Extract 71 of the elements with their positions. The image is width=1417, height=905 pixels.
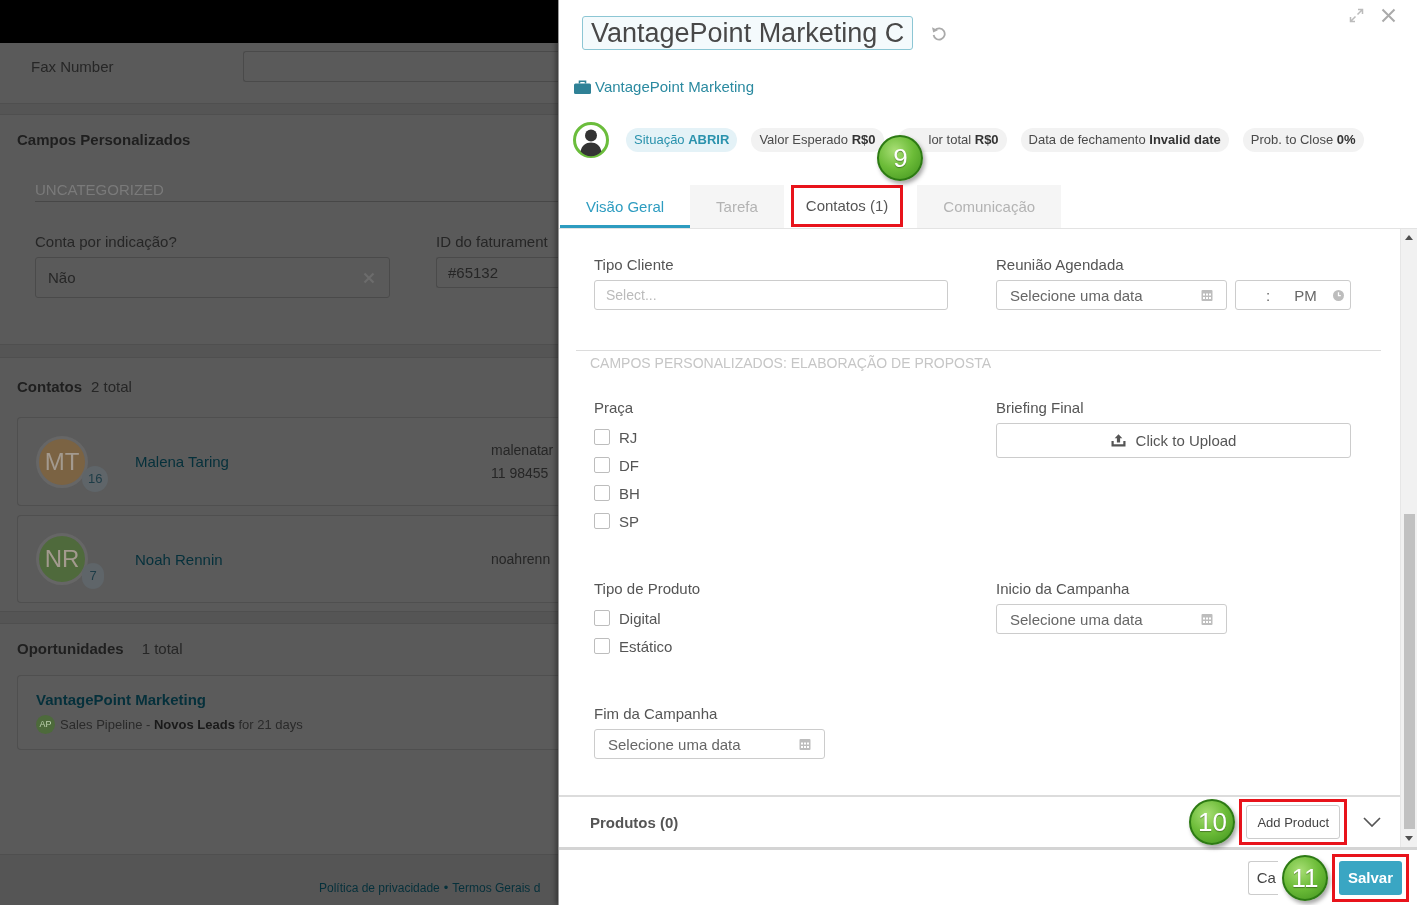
contact-name[interactable]: Noah Rennin xyxy=(135,550,223,568)
checkbox[interactable] xyxy=(594,457,610,473)
date-field[interactable]: Selecione uma data xyxy=(996,280,1227,310)
section-title: Produtos (0) xyxy=(590,813,679,831)
field-label: Tipo de Produto xyxy=(594,580,701,598)
section-heading: CAMPOS PERSONALIZADOS: ELABORAÇÃO DE PROPOSTA xyxy=(589,354,992,371)
checkbox-label: Estático xyxy=(619,637,673,655)
upload-icon xyxy=(1110,434,1126,447)
section-title: Campos Personalizados xyxy=(17,131,191,149)
contact-avatar: NR xyxy=(36,533,88,585)
footer-link[interactable]: Política de privacidade xyxy=(319,881,440,895)
scroll-down-icon[interactable] xyxy=(1405,836,1413,841)
close-icon[interactable] xyxy=(1381,8,1396,23)
count-badge: 7 xyxy=(82,563,104,589)
calendar-icon xyxy=(1201,613,1213,625)
date-field[interactable]: Selecione uma data xyxy=(594,729,825,759)
footer-link[interactable]: Termos Gerais d xyxy=(452,881,541,895)
select-field[interactable]: Select... xyxy=(594,280,948,310)
company-link[interactable]: VantagePoint Marketing xyxy=(574,78,754,96)
undo-icon[interactable] xyxy=(931,25,948,41)
info-chip: Prob. to Close 0% xyxy=(1242,128,1364,152)
info-chip: Valor Esperado R$0 xyxy=(751,128,884,152)
info-chip: Data de fechamento Invalid date xyxy=(1020,128,1229,152)
checkbox-label: BH xyxy=(619,484,640,502)
user-avatar-icon xyxy=(573,122,609,158)
expand-icon[interactable] xyxy=(1349,8,1364,23)
field-label: Briefing Final xyxy=(996,399,1084,417)
checkbox-label: DF xyxy=(619,456,639,474)
status-chip: Situação ABRIR xyxy=(626,128,738,152)
checkbox[interactable] xyxy=(594,638,610,654)
title-field[interactable]: VantagePoint Marketing C xyxy=(582,16,914,50)
calendar-icon xyxy=(1201,289,1213,301)
clock-icon xyxy=(1333,289,1344,301)
checkbox[interactable] xyxy=(594,513,610,529)
field-label: Tipo Cliente xyxy=(594,256,674,274)
contact-avatar: MT xyxy=(36,435,88,488)
secondary-button[interactable]: Ca xyxy=(1247,860,1278,895)
link-separator: • xyxy=(443,880,449,895)
briefcase-icon xyxy=(574,80,591,94)
add-product-button[interactable]: Add Product xyxy=(1246,805,1340,839)
upload-button[interactable]: Click to Upload xyxy=(996,423,1351,458)
time-field[interactable]: : PM xyxy=(1235,280,1351,310)
checkbox-label: Digital xyxy=(619,609,661,627)
section-title: Contatos xyxy=(17,378,82,396)
step-callout: 11 xyxy=(1281,854,1328,901)
contact-name[interactable]: Malena Taring xyxy=(135,453,229,470)
calendar-icon xyxy=(799,738,811,750)
opportunity-link[interactable]: VantagePoint Marketing xyxy=(36,690,207,710)
date-field[interactable]: Selecione uma data xyxy=(996,604,1227,634)
field-label: Praça xyxy=(594,399,634,417)
owner-avatar: AP xyxy=(36,715,55,734)
checkbox[interactable] xyxy=(594,429,610,445)
step-callout: 10 xyxy=(1189,799,1236,845)
scrollbar[interactable] xyxy=(1400,229,1417,847)
step-callout: 9 xyxy=(877,135,924,181)
chevron-down-icon[interactable] xyxy=(1363,817,1381,827)
checkbox[interactable] xyxy=(594,610,610,626)
section-title: Oportunidades xyxy=(17,640,124,658)
scrollbar-thumb[interactable] xyxy=(1403,514,1415,829)
scroll-up-icon[interactable] xyxy=(1405,235,1413,240)
field-label: Inicio da Campanha xyxy=(996,580,1130,598)
save-button[interactable]: Salvar xyxy=(1338,860,1402,895)
tab[interactable]: Tarefa xyxy=(690,185,784,228)
count-badge: 16 xyxy=(82,465,109,492)
field-label: Reunião Agendada xyxy=(996,256,1124,274)
checkbox-label: RJ xyxy=(619,428,638,446)
field-label: Fim da Campanha xyxy=(594,705,718,723)
checkbox-label: SP xyxy=(619,512,639,530)
fax-field[interactable] xyxy=(243,51,558,82)
tab[interactable]: Comunicação xyxy=(917,185,1062,228)
checkbox[interactable] xyxy=(594,485,610,501)
